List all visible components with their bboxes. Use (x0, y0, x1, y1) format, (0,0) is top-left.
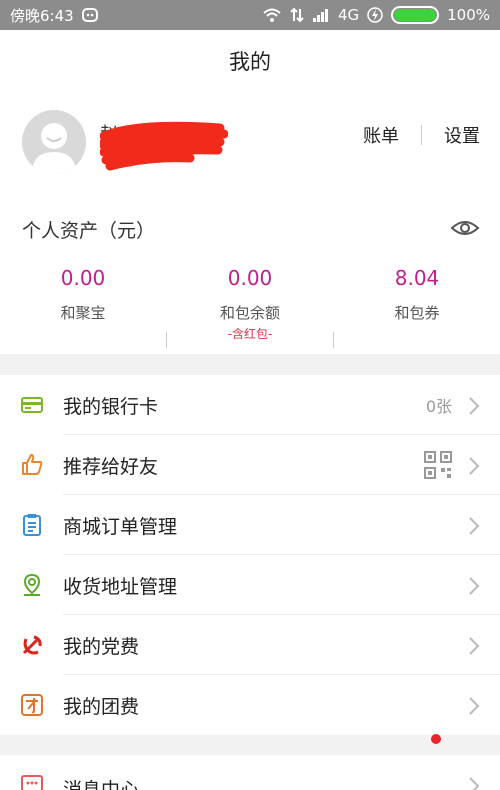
asset-divider (333, 332, 334, 348)
asset-value: 0.00 (227, 266, 273, 290)
menu-item-bank-card[interactable]: 我的银行卡 0张 (0, 375, 500, 435)
qr-code-icon[interactable] (424, 451, 452, 483)
charging-icon (367, 7, 383, 23)
top-actions: 账单 设置 (363, 122, 480, 148)
asset-voucher[interactable]: 8.04 和包券 (334, 266, 500, 323)
thumbs-up-icon (20, 453, 44, 477)
bank-card-count: 0张 (425, 397, 452, 416)
menu-item-label: 我的团费 (63, 695, 140, 718)
assets-title: 个人资产（元） (22, 220, 156, 242)
location-pin-icon (20, 573, 44, 597)
menu-item-messages[interactable]: 消息中心 (0, 755, 500, 790)
chevron-right-icon (468, 776, 480, 790)
data-transfer-icon (290, 7, 304, 23)
clipboard-icon (20, 513, 44, 537)
menu-item-address[interactable]: 收货地址管理 (0, 555, 500, 615)
chevron-right-icon (468, 696, 480, 720)
eye-icon[interactable] (450, 218, 480, 242)
menu-list-secondary: 消息中心 (0, 755, 500, 790)
asset-balance[interactable]: 0.00 和包余额 -含红包- (167, 266, 333, 342)
bill-button[interactable]: 账单 (363, 122, 399, 148)
divider (421, 125, 422, 145)
menu-item-party-fee[interactable]: 我的党费 (0, 615, 500, 675)
chevron-right-icon (468, 576, 480, 600)
menu-item-label: 消息中心 (63, 779, 140, 790)
bank-card-icon (20, 393, 44, 417)
league-icon (20, 693, 44, 717)
redaction-scribble (100, 121, 228, 171)
asset-sub-label: -含红包- (227, 327, 273, 341)
battery-percent: 100% (447, 6, 490, 24)
asset-label: 和包券 (394, 304, 440, 322)
menu-item-label: 收货地址管理 (63, 575, 178, 598)
chevron-right-icon (468, 396, 480, 420)
party-emblem-icon (20, 633, 44, 657)
avatar[interactable] (22, 110, 86, 174)
chevron-right-icon (468, 456, 480, 480)
notification-icon (81, 7, 98, 23)
status-bar: 傍晚6:43 4G 100% (0, 0, 500, 30)
menu-item-label: 我的党费 (63, 635, 140, 658)
menu-item-label: 我的银行卡 (63, 395, 159, 418)
asset-value: 8.04 (394, 266, 440, 290)
status-time: 傍晚6:43 (10, 6, 74, 25)
message-icon (20, 773, 44, 790)
asset-hejubao[interactable]: 0.00 和聚宝 (0, 266, 166, 323)
wifi-icon (262, 7, 282, 23)
asset-label: 和包余额 (219, 304, 280, 322)
menu-item-label: 推荐给好友 (63, 455, 159, 478)
asset-label: 和聚宝 (60, 304, 106, 322)
user-info[interactable]: 赵 009 (100, 116, 230, 172)
page-title: 我的 (229, 50, 271, 74)
profile-section: 赵 009 账单 设置 (0, 92, 500, 194)
menu-item-orders[interactable]: 商城订单管理 (0, 495, 500, 555)
chevron-right-icon (468, 636, 480, 660)
settings-button[interactable]: 设置 (444, 122, 480, 148)
notification-dot (431, 734, 441, 744)
asset-value: 0.00 (60, 266, 106, 290)
menu-list: 我的银行卡 0张 推荐给好友 商城订单管理 收货地址管理 我的党费 我的团费 (0, 375, 500, 735)
assets-section: 个人资产（元） 0.00 和聚宝 0.00 和包余额 -含红包- 8.04 和包… (0, 194, 500, 354)
chevron-right-icon (468, 516, 480, 540)
signal-icon (312, 7, 330, 23)
title-bar: 我的 (0, 30, 500, 92)
network-type: 4G (337, 6, 360, 24)
menu-item-label: 商城订单管理 (63, 515, 178, 538)
menu-item-recommend[interactable]: 推荐给好友 (0, 435, 500, 495)
battery-icon (391, 6, 440, 24)
menu-item-league-fee[interactable]: 我的团费 (0, 675, 500, 735)
